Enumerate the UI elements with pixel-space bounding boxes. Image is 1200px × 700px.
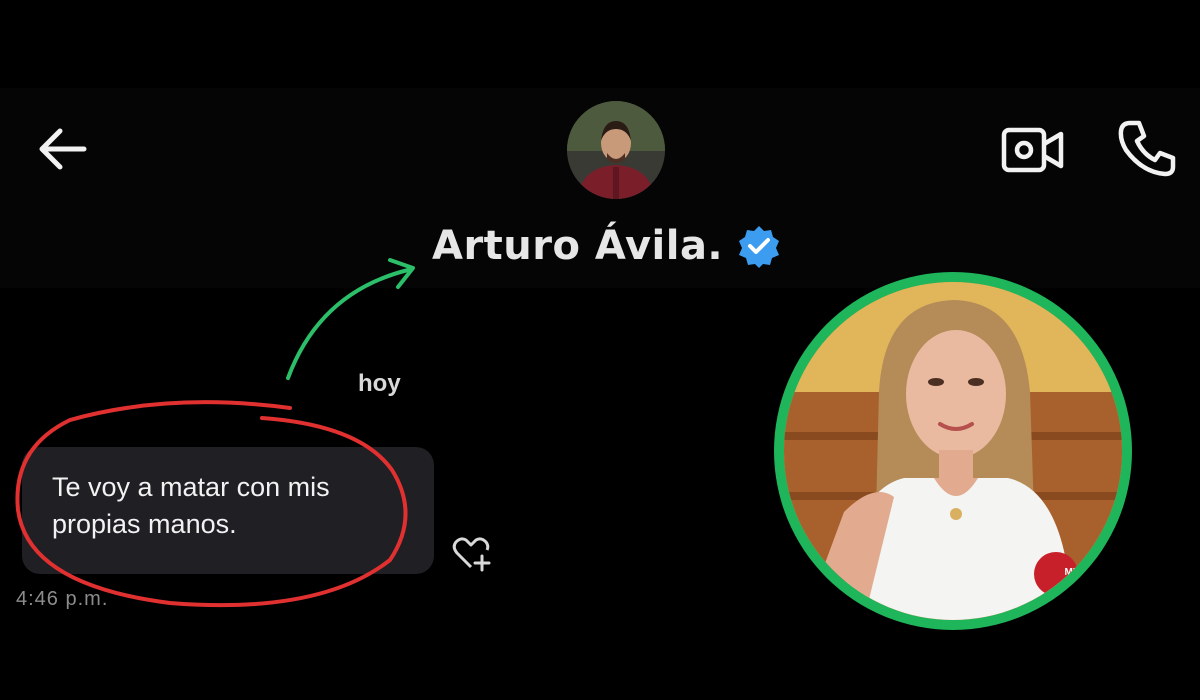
verified-badge-icon bbox=[739, 226, 780, 268]
profile-photo-frame: MH bbox=[774, 272, 1132, 630]
contact-avatar[interactable] bbox=[567, 101, 665, 199]
video-camera-icon bbox=[1001, 127, 1064, 173]
back-button[interactable] bbox=[34, 126, 90, 172]
heart-plus-icon bbox=[452, 537, 491, 572]
voice-call-button[interactable] bbox=[1116, 118, 1178, 178]
message-timestamp: 4:46 p.m. bbox=[16, 588, 109, 610]
phone-icon bbox=[1118, 120, 1176, 177]
date-separator: hoy bbox=[358, 370, 401, 397]
arrow-left-icon bbox=[39, 128, 87, 170]
contact-name: Arturo Ávila. bbox=[432, 223, 724, 269]
avatar-image bbox=[567, 101, 665, 199]
message-text: Te voy a matar con mis propias manos. bbox=[52, 472, 330, 539]
react-button[interactable] bbox=[451, 534, 493, 572]
video-call-button[interactable] bbox=[1001, 125, 1065, 175]
photo-badge: MH bbox=[1064, 567, 1080, 578]
contact-title[interactable]: Arturo Ávila. bbox=[432, 218, 781, 274]
profile-photo: MH bbox=[784, 282, 1122, 620]
message-bubble[interactable]: Te voy a matar con mis propias manos. bbox=[22, 447, 434, 574]
